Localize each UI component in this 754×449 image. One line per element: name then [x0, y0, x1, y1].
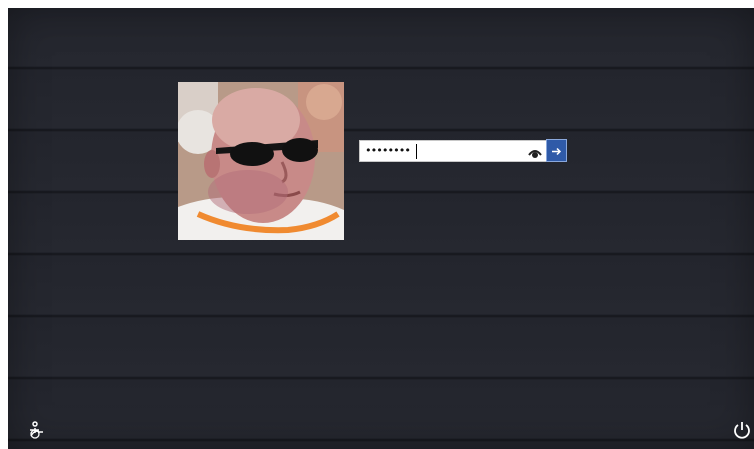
submit-button[interactable] — [546, 139, 567, 162]
lock-screen-background: •••••••• — [8, 8, 754, 449]
password-field[interactable]: •••••••• — [359, 140, 549, 162]
arrow-right-icon — [551, 141, 562, 160]
password-value: •••••••• — [365, 144, 411, 157]
text-caret — [416, 144, 417, 159]
ease-of-access-icon — [27, 421, 47, 444]
power-icon — [732, 422, 752, 444]
eye-icon[interactable] — [528, 145, 542, 158]
user-avatar — [178, 82, 344, 240]
power-button[interactable] — [732, 420, 752, 440]
ease-of-access-button[interactable] — [27, 420, 47, 440]
